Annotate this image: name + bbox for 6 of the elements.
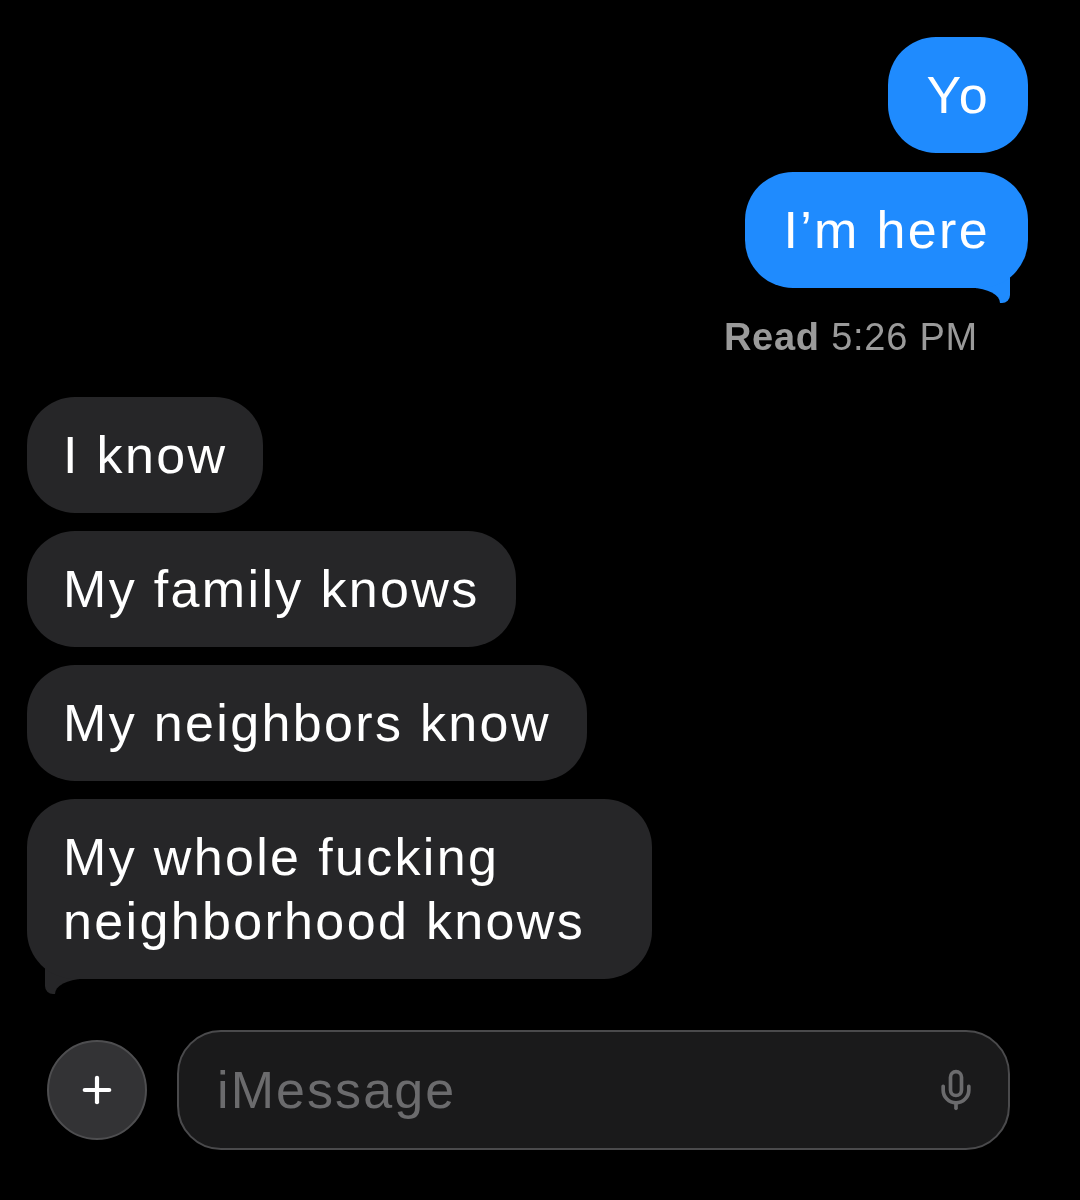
message-bubble: Yo [888, 37, 1028, 153]
read-receipt: Read 5:26 PM [723, 316, 978, 358]
message-bubble: I know [27, 397, 264, 513]
message-bubble: My neighbors know [27, 665, 587, 781]
message-bubble: My family knows [27, 531, 516, 647]
message-input-field[interactable]: iMessage [177, 1030, 1010, 1150]
